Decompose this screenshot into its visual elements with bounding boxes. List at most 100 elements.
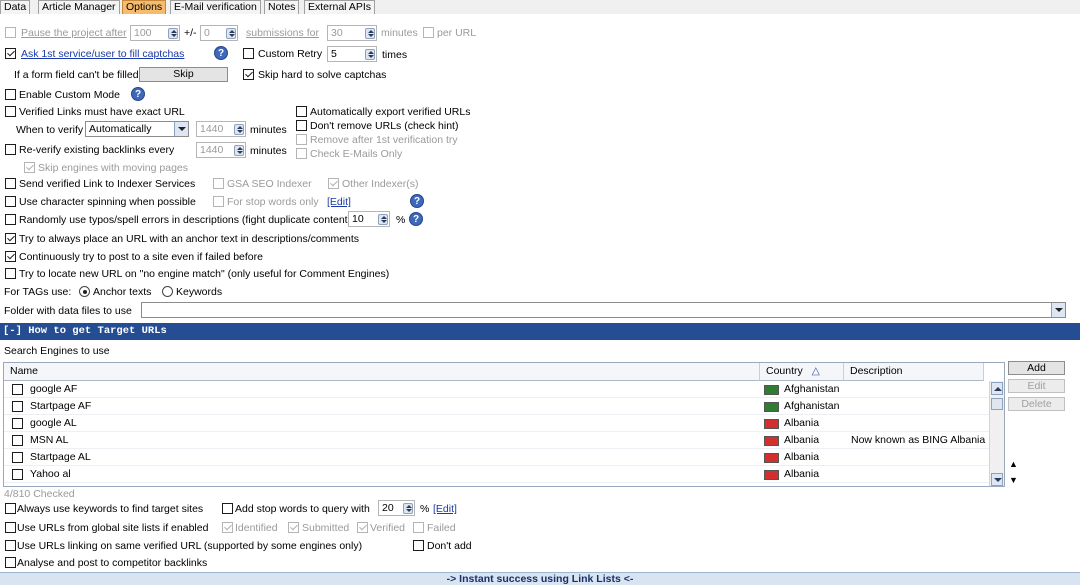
typos-label: Randomly use typos/spell errors in descr… [19, 214, 352, 226]
anchor-texts-radio[interactable] [79, 286, 90, 297]
verify-minutes-spinner[interactable]: 1440 [196, 121, 246, 137]
table-row[interactable]: MSN AL Albania Now known as BING Albania [4, 432, 990, 449]
scroll-up-icon[interactable] [991, 382, 1003, 395]
spin-arrows-icon[interactable] [168, 28, 178, 39]
stop-words-spinner[interactable]: 20 [378, 500, 415, 516]
tab-data[interactable]: Data [0, 0, 31, 14]
tab-options[interactable]: Options [122, 0, 167, 14]
pause-variance-spinner[interactable]: 0 [200, 25, 238, 41]
anchor-always-checkbox[interactable] [5, 233, 16, 244]
engine-country: Albania [784, 434, 820, 446]
spin-arrows-icon[interactable] [365, 49, 375, 60]
dont-add-checkbox[interactable] [413, 540, 424, 551]
global-lists-checkbox[interactable] [5, 522, 16, 533]
add-button[interactable]: Add [1008, 361, 1065, 375]
gsa-indexer-checkbox[interactable] [213, 178, 224, 189]
chevron-down-icon[interactable] [174, 122, 188, 136]
verified-checkbox[interactable] [357, 522, 368, 533]
stop-words-edit-link[interactable]: [Edit] [433, 503, 457, 515]
locate-url-checkbox[interactable] [5, 268, 16, 279]
tab-notes[interactable]: Notes [264, 0, 300, 14]
submitted-label: Submitted [302, 522, 350, 534]
chevron-down-icon[interactable] [1051, 303, 1065, 317]
spin-arrows-icon[interactable] [234, 145, 244, 156]
typos-spinner[interactable]: 10 [348, 211, 390, 227]
send-indexer-checkbox[interactable] [5, 178, 16, 189]
column-header-description[interactable]: Description [844, 363, 984, 381]
dont-remove-checkbox[interactable] [296, 120, 307, 131]
failed-checkbox[interactable] [413, 522, 424, 533]
same-url-checkbox[interactable] [5, 540, 16, 551]
identified-checkbox[interactable] [222, 522, 233, 533]
check-emails-checkbox[interactable] [296, 148, 307, 159]
when-to-verify-select[interactable]: Automatically [85, 121, 189, 137]
column-header-name[interactable]: Name [4, 363, 760, 381]
table-row[interactable]: Yahoo al Albania [4, 466, 990, 483]
help-icon[interactable]: ? [131, 87, 145, 101]
continuous-post-checkbox[interactable] [5, 251, 16, 262]
table-row[interactable]: google AF Afghanistan [4, 381, 990, 398]
tab-article-manager[interactable]: Article Manager [38, 0, 120, 14]
spin-arrows-icon[interactable] [365, 28, 375, 39]
ask-captcha-label[interactable]: Ask 1st service/user to fill captchas [21, 48, 184, 60]
spin-arrows-icon[interactable] [234, 124, 244, 135]
move-down-icon[interactable]: ▼ [1009, 474, 1018, 486]
move-up-icon[interactable]: ▲ [1009, 458, 1018, 470]
pause-minutes-spinner[interactable]: 30 [327, 25, 377, 41]
column-header-country[interactable]: Country △ [760, 363, 844, 381]
spinning-edit-link[interactable]: [Edit] [327, 196, 351, 208]
stop-words-only-checkbox[interactable] [213, 196, 224, 207]
delete-button[interactable]: Delete [1008, 397, 1065, 411]
reverify-checkbox[interactable] [5, 144, 16, 155]
tab-email-verification[interactable]: E-Mail verification [170, 0, 261, 14]
row-checkbox[interactable] [12, 401, 23, 412]
submissions-for-link[interactable]: submissions for [246, 27, 319, 39]
custom-retry-checkbox[interactable] [243, 48, 254, 59]
table-row[interactable]: Startpage AL Albania [4, 449, 990, 466]
spin-arrows-icon[interactable] [378, 214, 388, 225]
scrollbar-thumb[interactable] [991, 398, 1003, 410]
row-checkbox[interactable] [12, 435, 23, 446]
remove-after-checkbox[interactable] [296, 134, 307, 145]
other-indexer-checkbox[interactable] [328, 178, 339, 189]
spin-arrows-icon[interactable] [226, 28, 236, 39]
always-keywords-checkbox[interactable] [5, 503, 16, 514]
pause-project-checkbox[interactable] [5, 27, 16, 38]
row-checkbox[interactable] [12, 469, 23, 480]
spin-arrows-icon[interactable] [403, 503, 413, 514]
row-checkbox[interactable] [12, 418, 23, 429]
per-url-checkbox[interactable] [423, 27, 434, 38]
row-checkbox[interactable] [12, 384, 23, 395]
table-row[interactable]: Startpage AF Afghanistan [4, 398, 990, 415]
keywords-radio[interactable] [162, 286, 173, 297]
competitor-checkbox[interactable] [5, 557, 16, 568]
submitted-checkbox[interactable] [288, 522, 299, 533]
section-header[interactable]: [-] How to get Target URLs [0, 323, 1080, 340]
skip-button[interactable]: Skip [139, 67, 228, 82]
help-icon[interactable]: ? [410, 194, 424, 208]
add-stop-words-checkbox[interactable] [222, 503, 233, 514]
link-lists-banner[interactable]: -> Instant success using Link Lists <- [0, 572, 1080, 585]
form-field-label: If a form field can't be filled [14, 69, 139, 81]
ask-captcha-checkbox[interactable] [5, 48, 16, 59]
retry-spinner[interactable]: 5 [327, 46, 377, 62]
skip-moving-checkbox[interactable] [24, 162, 35, 173]
custom-mode-checkbox[interactable] [5, 89, 16, 100]
folder-select[interactable] [141, 302, 1066, 318]
help-icon[interactable]: ? [409, 212, 423, 226]
reverify-minutes-spinner[interactable]: 1440 [196, 142, 246, 158]
row-checkbox[interactable] [12, 452, 23, 463]
skip-hard-captcha-checkbox[interactable] [243, 69, 254, 80]
help-icon[interactable]: ? [214, 46, 228, 60]
scroll-down-icon[interactable] [991, 473, 1003, 486]
auto-export-checkbox[interactable] [296, 106, 307, 117]
table-row[interactable]: google AL Albania [4, 415, 990, 432]
exact-url-checkbox[interactable] [5, 106, 16, 117]
pause-count-spinner[interactable]: 100 [130, 25, 180, 41]
edit-button[interactable]: Edit [1008, 379, 1065, 393]
tab-external-apis[interactable]: External APIs [304, 0, 376, 14]
char-spinning-checkbox[interactable] [5, 196, 16, 207]
pause-project-label[interactable]: Pause the project after [21, 27, 127, 39]
typos-checkbox[interactable] [5, 214, 16, 225]
vertical-scrollbar[interactable] [989, 381, 1004, 486]
